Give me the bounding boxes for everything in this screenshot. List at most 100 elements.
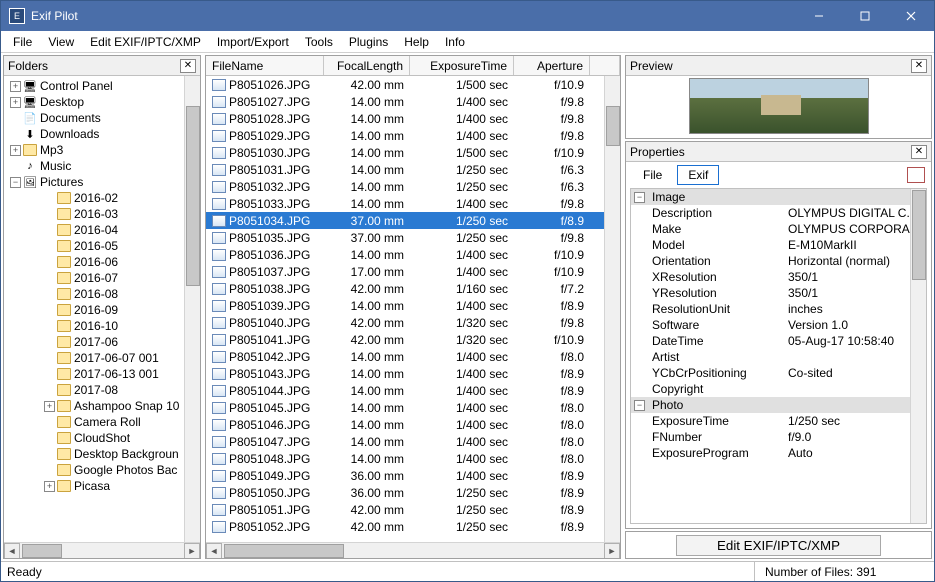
scroll-left-icon[interactable]: ◄ [4, 543, 20, 559]
file-row[interactable]: P8051026.JPG42.00 mm1/500 secf/10.9 [206, 76, 604, 93]
folder-tree[interactable]: +🖥Control Panel+🖥Desktop📄Documents⬇Downl… [4, 76, 200, 558]
grid-vscrollbar[interactable] [604, 76, 620, 542]
file-row[interactable]: P8051028.JPG14.00 mm1/400 secf/9.8 [206, 110, 604, 127]
file-row[interactable]: P8051037.JPG17.00 mm1/400 secf/10.9 [206, 263, 604, 280]
expand-icon[interactable]: + [10, 97, 21, 108]
file-row[interactable]: P8051030.JPG14.00 mm1/500 secf/10.9 [206, 144, 604, 161]
minimize-button[interactable] [796, 1, 842, 31]
menu-help[interactable]: Help [396, 33, 437, 51]
tree-item[interactable]: 2017-08 [4, 382, 200, 398]
tree-item[interactable]: 2016-03 [4, 206, 200, 222]
menu-file[interactable]: File [5, 33, 40, 51]
tree-item[interactable]: ⬇Downloads [4, 126, 200, 142]
folders-close-icon[interactable]: ✕ [180, 59, 196, 73]
tree-item[interactable]: 2017-06 [4, 334, 200, 350]
tree-item[interactable]: 2017-06-07 001 [4, 350, 200, 366]
file-row[interactable]: P8051040.JPG42.00 mm1/320 secf/9.8 [206, 314, 604, 331]
menu-edit-exif-iptc-xmp[interactable]: Edit EXIF/IPTC/XMP [82, 33, 209, 51]
prop-row[interactable]: YCbCrPositioningCo-sited [631, 365, 910, 381]
tree-item[interactable]: Desktop Backgroun [4, 446, 200, 462]
file-row[interactable]: P8051051.JPG42.00 mm1/250 secf/8.9 [206, 501, 604, 518]
prop-tool-button[interactable] [907, 167, 925, 183]
file-row[interactable]: P8051041.JPG42.00 mm1/320 secf/10.9 [206, 331, 604, 348]
collapse-icon[interactable]: − [10, 177, 21, 188]
col-exposuretime[interactable]: ExposureTime [410, 56, 514, 75]
tree-item[interactable]: 2016-09 [4, 302, 200, 318]
file-row[interactable]: P8051034.JPG37.00 mm1/250 secf/8.9 [206, 212, 604, 229]
tree-item[interactable]: +🖥Desktop [4, 94, 200, 110]
prop-row[interactable]: YResolution350/1 [631, 285, 910, 301]
scroll-left-icon[interactable]: ◄ [206, 543, 222, 559]
prop-row[interactable]: DateTime05-Aug-17 10:58:40 [631, 333, 910, 349]
file-row[interactable]: P8051047.JPG14.00 mm1/400 secf/8.0 [206, 433, 604, 450]
prop-row[interactable]: DescriptionOLYMPUS DIGITAL C... [631, 205, 910, 221]
file-row[interactable]: P8051050.JPG36.00 mm1/250 secf/8.9 [206, 484, 604, 501]
expand-icon[interactable]: + [44, 481, 55, 492]
file-row[interactable]: P8051042.JPG14.00 mm1/400 secf/8.0 [206, 348, 604, 365]
menu-import-export[interactable]: Import/Export [209, 33, 297, 51]
scroll-right-icon[interactable]: ► [184, 543, 200, 559]
tree-item[interactable]: 2017-06-13 001 [4, 366, 200, 382]
file-row[interactable]: P8051045.JPG14.00 mm1/400 secf/8.0 [206, 399, 604, 416]
tree-item[interactable]: 2016-05 [4, 238, 200, 254]
prop-tab-file[interactable]: File [632, 165, 673, 185]
expand-icon[interactable]: + [44, 401, 55, 412]
prop-section[interactable]: −Image [631, 189, 910, 205]
preview-close-icon[interactable]: ✕ [911, 59, 927, 73]
file-row[interactable]: P8051043.JPG14.00 mm1/400 secf/8.9 [206, 365, 604, 382]
grid-hscrollbar[interactable]: ◄ ► [206, 542, 620, 558]
tree-item[interactable]: 📄Documents [4, 110, 200, 126]
file-row[interactable]: P8051036.JPG14.00 mm1/400 secf/10.9 [206, 246, 604, 263]
tree-item[interactable]: +Mp3 [4, 142, 200, 158]
scroll-right-icon[interactable]: ► [604, 543, 620, 559]
menu-plugins[interactable]: Plugins [341, 33, 396, 51]
prop-row[interactable]: ExposureProgramAuto [631, 445, 910, 461]
tree-item[interactable]: 2016-06 [4, 254, 200, 270]
prop-row[interactable]: FNumberf/9.0 [631, 429, 910, 445]
tree-item[interactable]: −🖼Pictures [4, 174, 200, 190]
menu-info[interactable]: Info [437, 33, 473, 51]
tree-item[interactable]: Camera Roll [4, 414, 200, 430]
tree-item[interactable]: 2016-04 [4, 222, 200, 238]
tree-item[interactable]: CloudShot [4, 430, 200, 446]
prop-row[interactable]: ResolutionUnitinches [631, 301, 910, 317]
tree-item[interactable]: +🖥Control Panel [4, 78, 200, 94]
prop-row[interactable]: ExposureTime1/250 sec [631, 413, 910, 429]
prop-row[interactable]: OrientationHorizontal (normal) [631, 253, 910, 269]
file-row[interactable]: P8051049.JPG36.00 mm1/400 secf/8.9 [206, 467, 604, 484]
col-focallength[interactable]: FocalLength [324, 56, 410, 75]
tree-item[interactable]: 2016-02 [4, 190, 200, 206]
tree-item[interactable]: +Ashampoo Snap 10 [4, 398, 200, 414]
tree-hscrollbar[interactable]: ◄ ► [4, 542, 200, 558]
tree-item[interactable]: +Picasa [4, 478, 200, 494]
props-vscrollbar[interactable] [910, 189, 926, 523]
file-grid-header[interactable]: FileName FocalLength ExposureTime Apertu… [206, 56, 620, 76]
file-row[interactable]: P8051035.JPG37.00 mm1/250 secf/9.8 [206, 229, 604, 246]
tree-item[interactable]: Google Photos Bac [4, 462, 200, 478]
prop-row[interactable]: Copyright [631, 381, 910, 397]
maximize-button[interactable] [842, 1, 888, 31]
properties-close-icon[interactable]: ✕ [911, 145, 927, 159]
file-row[interactable]: P8051039.JPG14.00 mm1/400 secf/8.9 [206, 297, 604, 314]
file-row[interactable]: P8051046.JPG14.00 mm1/400 secf/8.0 [206, 416, 604, 433]
file-row[interactable]: P8051027.JPG14.00 mm1/400 secf/9.8 [206, 93, 604, 110]
prop-tab-exif[interactable]: Exif [677, 165, 719, 185]
prop-row[interactable]: XResolution350/1 [631, 269, 910, 285]
prop-row[interactable]: ModelE-M10MarkII [631, 237, 910, 253]
file-row[interactable]: P8051038.JPG42.00 mm1/160 secf/7.2 [206, 280, 604, 297]
properties-grid[interactable]: −ImageDescriptionOLYMPUS DIGITAL C...Mak… [630, 188, 927, 524]
title-bar[interactable]: E Exif Pilot [1, 1, 934, 31]
tree-item[interactable]: 2016-10 [4, 318, 200, 334]
prop-row[interactable]: SoftwareVersion 1.0 [631, 317, 910, 333]
file-row[interactable]: P8051033.JPG14.00 mm1/400 secf/9.8 [206, 195, 604, 212]
collapse-icon[interactable]: − [634, 192, 645, 203]
tree-item[interactable]: ♪Music [4, 158, 200, 174]
file-row[interactable]: P8051032.JPG14.00 mm1/250 secf/6.3 [206, 178, 604, 195]
prop-section[interactable]: −Photo [631, 397, 910, 413]
expand-icon[interactable]: + [10, 81, 21, 92]
file-row[interactable]: P8051044.JPG14.00 mm1/400 secf/8.9 [206, 382, 604, 399]
tree-item[interactable]: 2016-08 [4, 286, 200, 302]
col-filename[interactable]: FileName [206, 56, 324, 75]
menu-view[interactable]: View [40, 33, 82, 51]
file-row[interactable]: P8051048.JPG14.00 mm1/400 secf/8.0 [206, 450, 604, 467]
